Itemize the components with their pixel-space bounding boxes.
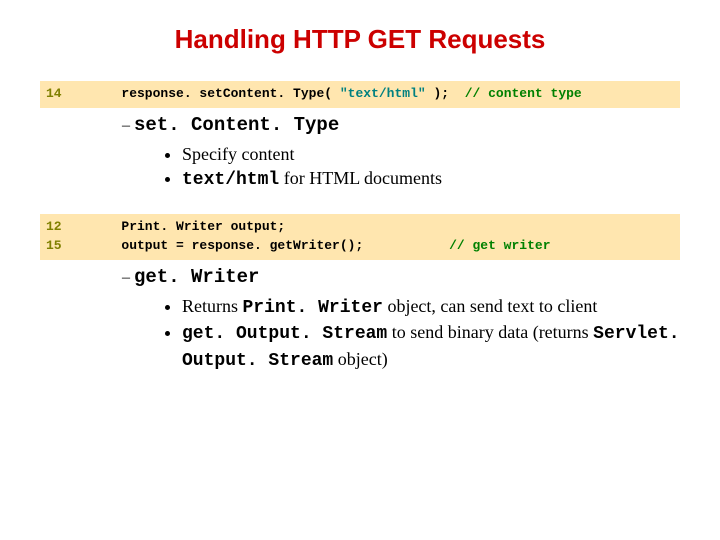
section-heading-2: get. Writer Returns Print. Writer object… xyxy=(122,266,680,373)
section-heading-1: set. Content. Type Specify content text/… xyxy=(122,114,680,193)
line-numbers: 12 15 xyxy=(46,218,74,256)
slide-title: Handling HTTP GET Requests xyxy=(40,24,680,55)
bullet: get. Output. Stream to send binary data … xyxy=(182,320,680,373)
bullet: Returns Print. Writer object, can send t… xyxy=(182,294,680,320)
bullet: Specify content xyxy=(182,142,680,166)
bullet: text/html for HTML documents xyxy=(182,166,680,192)
code-text: response. setContent. Type( "text/html" … xyxy=(98,85,674,104)
code-block-2: 12 15 Print. Writer output; output = res… xyxy=(40,214,680,260)
line-numbers: 14 xyxy=(46,85,74,104)
code-block-1: 14 response. setContent. Type( "text/htm… xyxy=(40,81,680,108)
code-text: Print. Writer output; output = response.… xyxy=(98,218,674,256)
